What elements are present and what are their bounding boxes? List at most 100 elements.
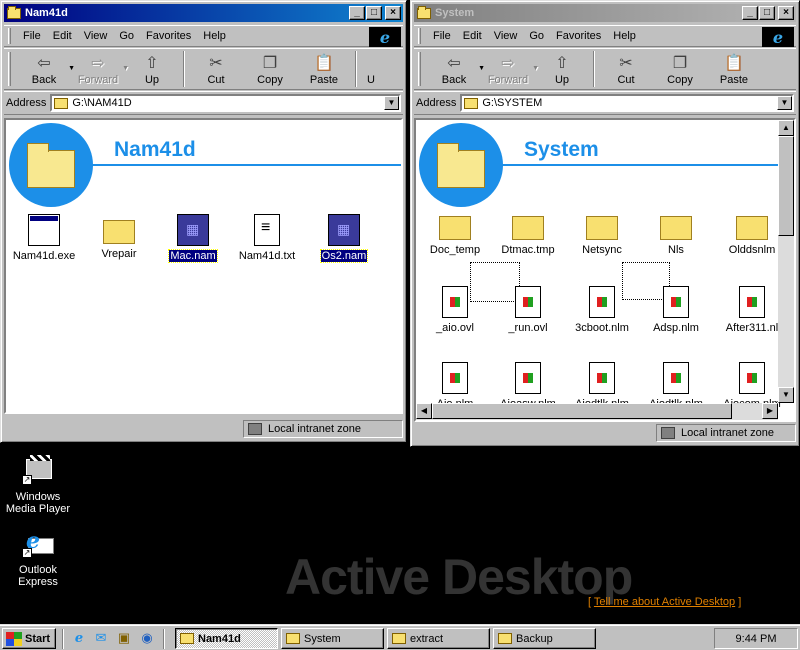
menu-view[interactable]: View bbox=[78, 30, 114, 42]
scroll-thumb[interactable] bbox=[778, 136, 794, 236]
outlook-quick-launch-icon[interactable]: ✉ bbox=[92, 630, 110, 646]
file-item[interactable]: Nam41d.exe bbox=[8, 214, 80, 262]
menu-edit[interactable]: Edit bbox=[457, 30, 488, 42]
copy-button[interactable]: ❐ Copy bbox=[243, 49, 297, 89]
file-item[interactable]: Dtmac.tmp bbox=[492, 210, 564, 256]
system-file-icon bbox=[515, 286, 541, 318]
ie-logo-icon: e bbox=[762, 27, 794, 47]
paste-button[interactable]: 📋 Paste bbox=[297, 49, 351, 89]
back-button[interactable]: ⇦ Back ▼ bbox=[17, 49, 75, 89]
cut-button[interactable]: ✂ Cut bbox=[189, 49, 243, 89]
desktop-icon-media-player[interactable]: ↗ Windows Media Player bbox=[0, 455, 76, 515]
address-label: Address bbox=[6, 97, 47, 109]
menu-edit[interactable]: Edit bbox=[47, 30, 78, 42]
file-item[interactable]: Nam41d.txt bbox=[231, 214, 303, 262]
file-label: _run.ovl bbox=[508, 322, 548, 334]
scroll-left-button[interactable]: ◀ bbox=[416, 403, 432, 419]
file-item[interactable]: Vrepair bbox=[83, 214, 155, 260]
address-dropdown-button[interactable]: ▼ bbox=[777, 96, 792, 110]
file-item[interactable]: Doc_temp bbox=[419, 210, 491, 256]
clock[interactable]: 9:44 PM bbox=[736, 633, 777, 645]
cut-button[interactable]: ✂ Cut bbox=[599, 49, 653, 89]
status-bar: Local intranet zone bbox=[414, 423, 796, 443]
task-button-extract[interactable]: extract bbox=[387, 628, 490, 649]
address-input[interactable]: G:\SYSTEM ▼ bbox=[460, 94, 794, 112]
maximize-button[interactable]: □ bbox=[366, 6, 382, 20]
channels-icon[interactable]: ◉ bbox=[138, 630, 156, 646]
menu-file[interactable]: File bbox=[427, 30, 457, 42]
system-file-icon bbox=[739, 362, 765, 394]
scroll-up-button[interactable]: ▲ bbox=[778, 120, 794, 136]
task-button-nam41d[interactable]: Nam41d bbox=[175, 628, 278, 649]
menu-favorites[interactable]: Favorites bbox=[550, 30, 607, 42]
zone-label: Local intranet zone bbox=[268, 423, 361, 435]
file-item[interactable]: Netsync bbox=[566, 210, 638, 256]
task-button-backup[interactable]: Backup bbox=[493, 628, 596, 649]
file-item[interactable]: 3cboot.nlm bbox=[566, 286, 638, 334]
file-item[interactable]: Nls bbox=[640, 210, 712, 256]
forward-label: Forward bbox=[487, 74, 529, 86]
folder-icon bbox=[439, 216, 471, 240]
file-item[interactable]: _run.ovl bbox=[492, 286, 564, 334]
toolbar: ⇦ Back ▼ ⇨ Forward ▼ ⇧ Up ✂ Cut ❐ Copy 📋 Paste bbox=[414, 48, 796, 90]
vertical-scrollbar[interactable]: ▲ ▼ bbox=[778, 120, 794, 403]
up-label: Up bbox=[144, 74, 160, 86]
intranet-zone-icon bbox=[248, 423, 262, 435]
address-input[interactable]: G:\NAM41D ▼ bbox=[50, 94, 401, 112]
copy-button[interactable]: ❐ Copy bbox=[653, 49, 707, 89]
forward-button[interactable]: ⇨ Forward ▼ bbox=[481, 49, 539, 89]
file-label: Nam41d.txt bbox=[238, 250, 296, 262]
titlebar-nam41d[interactable]: Nam41d _ □ × bbox=[4, 4, 403, 22]
up-button[interactable]: ⇧ Up bbox=[535, 49, 589, 89]
file-item[interactable]: Adsp.nlm bbox=[640, 286, 712, 334]
file-label: Adsp.nlm bbox=[653, 322, 699, 334]
folder-content[interactable]: System Doc_temp Dtmac.tmp Netsync Nls Ol… bbox=[414, 118, 796, 422]
up-folder-icon: ⇧ bbox=[145, 55, 159, 72]
back-button[interactable]: ⇦ Back ▼ bbox=[427, 49, 485, 89]
address-dropdown-button[interactable]: ▼ bbox=[384, 96, 399, 110]
horizontal-scrollbar[interactable]: ◀ ▶ bbox=[416, 403, 778, 420]
start-button[interactable]: Start bbox=[2, 628, 56, 649]
scroll-down-button[interactable]: ▼ bbox=[778, 387, 794, 403]
menu-help[interactable]: Help bbox=[607, 30, 642, 42]
cut-label: Cut bbox=[207, 74, 225, 86]
minimize-button[interactable]: _ bbox=[349, 6, 365, 20]
show-desktop-icon[interactable]: ▣ bbox=[115, 630, 133, 646]
scroll-right-button[interactable]: ▶ bbox=[762, 403, 778, 419]
menu-go[interactable]: Go bbox=[523, 30, 550, 42]
cut-label: Cut bbox=[617, 74, 635, 86]
file-item[interactable]: _aio.ovl bbox=[419, 286, 491, 334]
ie-quick-launch-icon[interactable]: e bbox=[70, 630, 88, 646]
folder-content[interactable]: Nam41d Nam41d.exe Vrepair Mac.nam Nam41d… bbox=[4, 118, 403, 414]
tell-me-about-active-desktop-link[interactable]: Tell me about Active Desktop bbox=[594, 596, 735, 608]
desktop-icon-outlook-express[interactable]: e ↗ Outlook Express bbox=[0, 528, 76, 588]
window-system[interactable]: System _ □ × File Edit View Go Favorites… bbox=[410, 0, 800, 447]
menu-view[interactable]: View bbox=[488, 30, 524, 42]
close-button[interactable]: × bbox=[385, 6, 401, 20]
titlebar-system[interactable]: System _ □ × bbox=[414, 4, 796, 22]
toolbar-separator bbox=[593, 51, 595, 87]
menu-help[interactable]: Help bbox=[197, 30, 232, 42]
undo-button[interactable]: U bbox=[361, 49, 381, 89]
close-button[interactable]: × bbox=[778, 6, 794, 20]
paste-button[interactable]: 📋 Paste bbox=[707, 49, 761, 89]
address-label: Address bbox=[416, 97, 457, 109]
menu-file[interactable]: File bbox=[17, 30, 47, 42]
title-rule bbox=[502, 164, 778, 166]
forward-button[interactable]: ⇨ Forward ▼ bbox=[71, 49, 129, 89]
scroll-thumb[interactable] bbox=[432, 403, 732, 419]
title-rule bbox=[92, 164, 401, 166]
up-button[interactable]: ⇧ Up bbox=[125, 49, 179, 89]
maximize-button[interactable]: □ bbox=[759, 6, 775, 20]
task-button-system[interactable]: System bbox=[281, 628, 384, 649]
file-item[interactable]: Os2.nam bbox=[308, 214, 380, 263]
address-bar: Address G:\NAM41D ▼ bbox=[4, 91, 403, 115]
menu-go[interactable]: Go bbox=[113, 30, 140, 42]
nam-file-icon bbox=[328, 214, 360, 246]
menubar: File Edit View Go Favorites Help e bbox=[4, 25, 403, 47]
window-nam41d[interactable]: Nam41d _ □ × File Edit View Go Favorites… bbox=[0, 0, 407, 443]
file-item[interactable]: Mac.nam bbox=[157, 214, 229, 263]
menu-favorites[interactable]: Favorites bbox=[140, 30, 197, 42]
minimize-button[interactable]: _ bbox=[742, 6, 758, 20]
start-label: Start bbox=[25, 632, 51, 645]
